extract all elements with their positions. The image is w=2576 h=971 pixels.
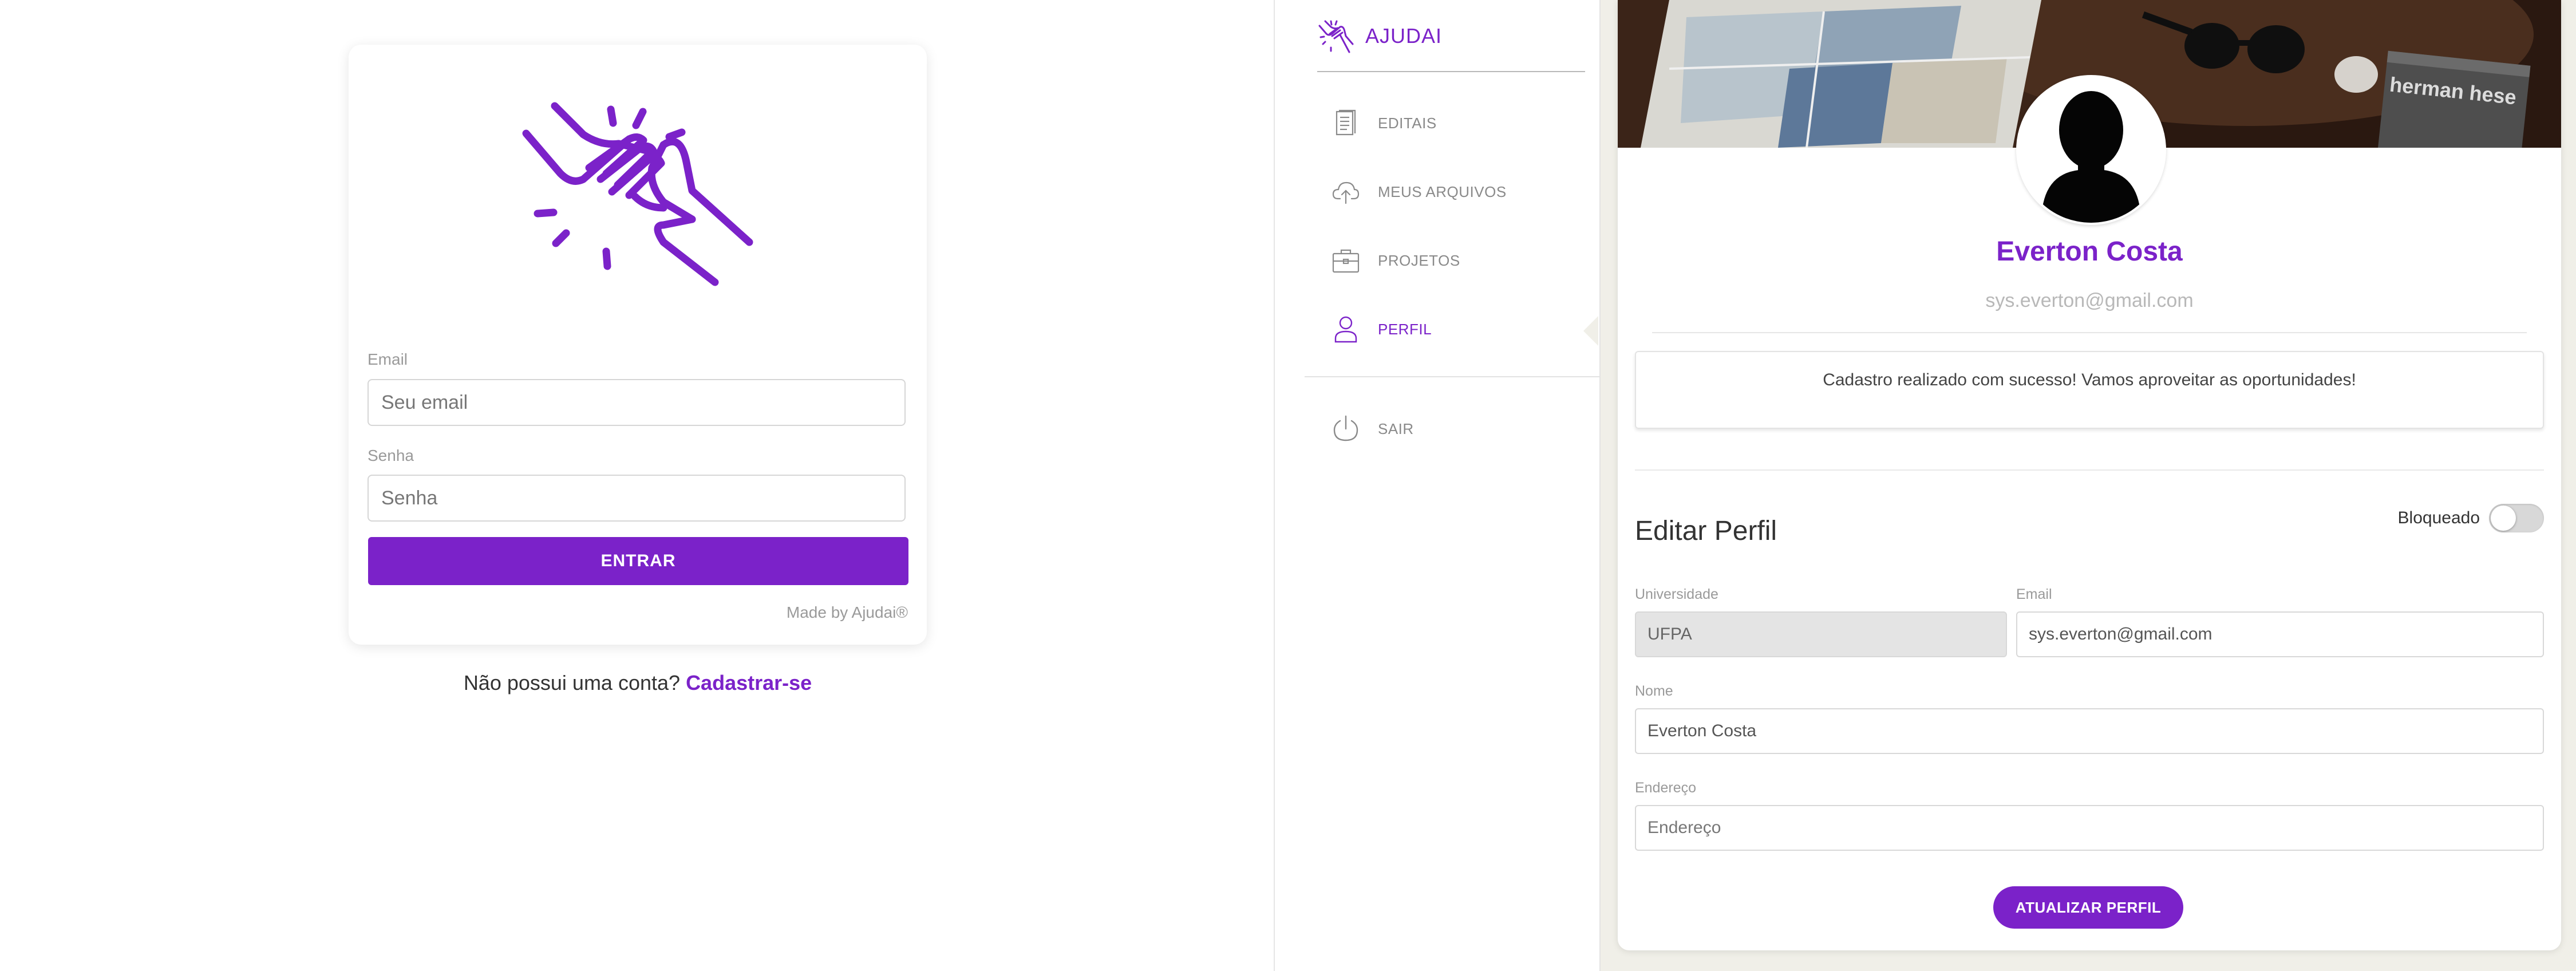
email-field[interactable] bbox=[2016, 611, 2544, 657]
blocked-toggle[interactable] bbox=[2489, 504, 2544, 532]
toggle-knob[interactable] bbox=[2491, 506, 2516, 531]
sidebar-item-projetos[interactable]: PROJETOS bbox=[1331, 240, 1460, 281]
helping-hands-logo bbox=[522, 102, 753, 286]
divider bbox=[1635, 469, 2544, 471]
user-icon bbox=[1334, 316, 1357, 343]
section-title: Editar Perfil bbox=[1635, 516, 1777, 546]
nav-divider bbox=[1305, 376, 1599, 377]
helping-hands-icon bbox=[1318, 20, 1354, 53]
sidebar-item-label: MEUS ARQUIVOS bbox=[1378, 183, 1507, 200]
made-by-text: Made by Ajudai® bbox=[786, 603, 908, 621]
briefcase-icon bbox=[1332, 249, 1360, 273]
collapsed-strip bbox=[1274, 0, 1306, 971]
sidebar-item-label: PROJETOS bbox=[1378, 251, 1460, 269]
address-label: Endereço bbox=[1635, 780, 1697, 796]
blocked-label: Bloqueado bbox=[2397, 508, 2480, 527]
update-profile-button[interactable]: ATUALIZAR PERFIL bbox=[1993, 886, 2183, 929]
sidebar-item-perfil[interactable]: PERFIL bbox=[1331, 309, 1432, 349]
profile-name: Everton Costa bbox=[1996, 236, 2183, 267]
name-field[interactable] bbox=[1635, 708, 2544, 754]
blocked-toggle-group: Bloqueado bbox=[2398, 504, 2544, 532]
university-label: Universidade bbox=[1635, 586, 1718, 602]
brand-name: AJUDAI bbox=[1365, 24, 1443, 48]
avatar-silhouette-icon bbox=[2018, 77, 2164, 223]
address-field[interactable] bbox=[1635, 805, 2544, 851]
name-label: Nome bbox=[1635, 683, 1673, 699]
profile-email: sys.everton@gmail.com bbox=[1985, 290, 2194, 311]
brand[interactable]: AJUDAI bbox=[1317, 16, 1442, 56]
sidebar-item-label: EDITAIS bbox=[1378, 114, 1437, 132]
email-label: Email bbox=[2016, 586, 2052, 602]
sidebar-item-editais[interactable]: EDITAIS bbox=[1331, 103, 1437, 143]
sidebar-item-label: PERFIL bbox=[1378, 320, 1432, 338]
divider bbox=[1652, 332, 2527, 333]
sidebar-item-meus-arquivos[interactable]: MEUS ARQUIVOS bbox=[1331, 172, 1507, 212]
university-field bbox=[1635, 611, 2007, 657]
cloud-upload-icon bbox=[1332, 181, 1360, 204]
password-input[interactable] bbox=[368, 475, 906, 522]
password-label: Senha bbox=[368, 447, 414, 464]
avatar[interactable] bbox=[2016, 75, 2166, 225]
success-alert: Cadastro realizado com sucesso! Vamos ap… bbox=[1635, 351, 2544, 429]
signup-link[interactable]: Cadastrar-se bbox=[686, 671, 812, 694]
login-card: Email Senha ENTRAR Made by Ajudai® bbox=[349, 45, 927, 645]
profile-card: herman hese Everton Costa sys.everton@gm… bbox=[1618, 0, 2561, 950]
sidebar: AJUDAI EDITAIS MEUS ARQUIVOS PROJETOS PE… bbox=[1305, 0, 1601, 971]
email-input[interactable] bbox=[368, 379, 906, 426]
signup-prompt-text: Não possui uma conta? bbox=[463, 671, 681, 694]
document-list-icon bbox=[1336, 109, 1356, 136]
login-button[interactable]: ENTRAR bbox=[368, 537, 908, 585]
active-indicator bbox=[1583, 316, 1598, 346]
sidebar-item-label: SAIR bbox=[1378, 420, 1414, 437]
power-icon bbox=[1333, 415, 1358, 441]
brand-divider bbox=[1317, 71, 1585, 72]
email-label: Email bbox=[368, 350, 408, 368]
signup-prompt: Não possui uma conta? Cadastrar-se bbox=[349, 671, 927, 695]
sidebar-item-sair[interactable]: SAIR bbox=[1331, 409, 1414, 449]
